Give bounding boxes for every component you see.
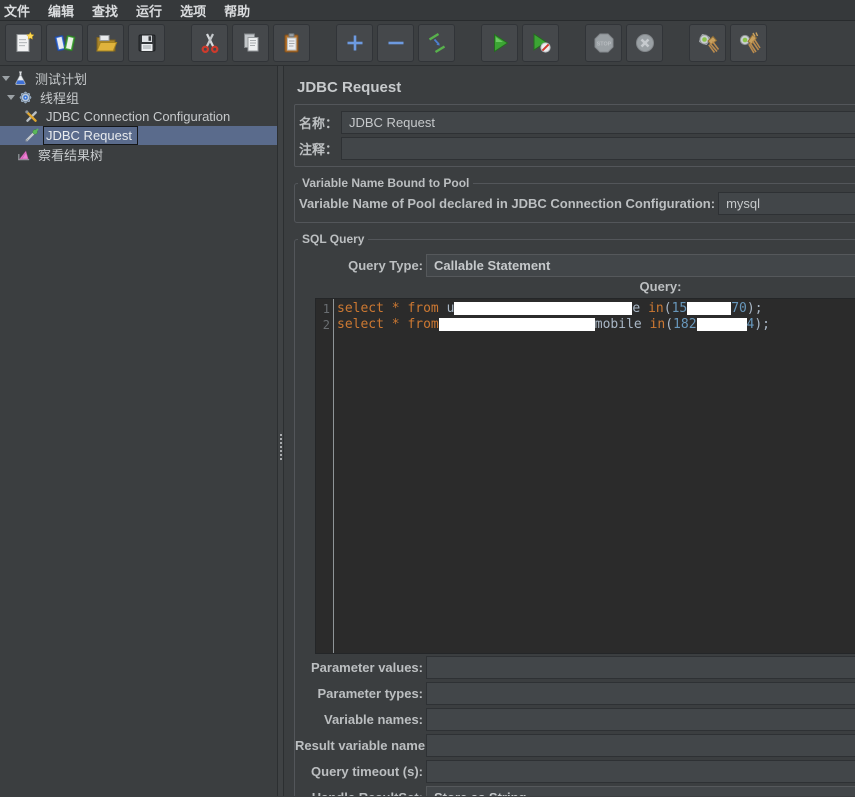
jdbc-request-panel: JDBC Request 名称： JDBC Request 注释： Variab… (284, 66, 855, 796)
templates-button[interactable] (46, 24, 83, 62)
start-button[interactable] (481, 24, 518, 62)
start-no-pauses-button[interactable] (522, 24, 559, 62)
cut-button[interactable] (191, 24, 228, 62)
tree-item-thread-group[interactable]: 线程组 (0, 88, 277, 107)
test-plan-tree: 测试计划 线程组 JDBC Connection Configuration J… (0, 66, 277, 796)
thread-group-gear-icon (19, 91, 32, 104)
menu-search[interactable]: 查找 (83, 1, 127, 20)
sql-editor[interactable]: 12 select * from ue in(15 70); select * fr… (315, 298, 855, 654)
new-button[interactable] (5, 24, 42, 62)
page-title: JDBC Request (297, 79, 402, 96)
sql-editor-code[interactable]: select * from ue in(15 70); select * from m… (334, 299, 855, 653)
splitter[interactable] (277, 66, 284, 796)
tree-item-jdbc-connection-configuration[interactable]: JDBC Connection Configuration (0, 107, 277, 126)
open-button[interactable] (87, 24, 124, 62)
query-timeout-input[interactable] (426, 759, 855, 783)
open-folder-icon (95, 35, 117, 52)
plus-icon (347, 35, 362, 51)
menu-file[interactable]: 文件 (0, 1, 39, 20)
templates-books-icon (54, 35, 75, 52)
parameter-values-input[interactable] (426, 655, 855, 679)
chevron-down-icon[interactable] (2, 76, 10, 81)
tools-icon (25, 110, 37, 122)
query-label: Query: (639, 279, 682, 294)
cut-scissors-icon (201, 33, 218, 53)
variable-names-input[interactable] (426, 707, 855, 731)
tree-item-label[interactable]: 察看结果树 (36, 144, 108, 165)
query-type-dropdown[interactable]: Callable Statement (426, 253, 855, 277)
tree-item-jdbc-request[interactable]: JDBC Request (0, 126, 277, 145)
sql-editor-gutter: 12 (322, 302, 330, 332)
pool-variable-input[interactable]: mysql (718, 192, 855, 215)
clear-all-broom-icon (739, 32, 761, 54)
name-comments-group: 名称： JDBC Request 注释： (294, 104, 855, 167)
tree-item-label[interactable]: JDBC Connection Configuration (44, 108, 235, 125)
name-label: 名称： (299, 115, 339, 131)
paste-clipboard-icon (284, 33, 298, 53)
save-floppy-icon (138, 34, 155, 52)
pool-group: Variable Name Bound to Pool Variable Nam… (294, 176, 855, 223)
toggle-button[interactable] (418, 24, 455, 62)
parameter-types-input[interactable] (426, 681, 855, 705)
result-variable-name-input[interactable] (426, 733, 855, 757)
clear-all-button[interactable] (730, 24, 767, 62)
parameter-types-label: Parameter types: (317, 685, 424, 701)
copy-button[interactable] (232, 24, 269, 62)
sql-query-group: SQL Query Query Type: Callable Statement… (294, 232, 855, 796)
handle-resultset-label: Handle ResultSet: (295, 790, 423, 797)
start-play-icon (493, 33, 508, 53)
svg-text:STOP: STOP (596, 41, 611, 47)
variable-names-label: Variable names: (324, 711, 423, 727)
minus-icon (388, 41, 403, 45)
tree-item-label[interactable]: JDBC Request (43, 126, 138, 145)
query-type-label: Query Type: (348, 257, 423, 273)
stop-octagon-icon: STOP (594, 33, 613, 53)
clear-button[interactable] (689, 24, 726, 62)
new-file-icon (16, 31, 34, 52)
menu-bar: 文件 编辑 查找 运行 选项 帮助 (0, 0, 855, 21)
copy-pages-icon (243, 33, 258, 52)
tree-item-label[interactable]: 线程组 (38, 87, 84, 108)
remove-button[interactable] (377, 24, 414, 62)
start-no-pauses-icon (533, 33, 551, 53)
shutdown-button[interactable] (626, 24, 663, 62)
tree-item-view-results-tree[interactable]: 察看结果树 (0, 145, 277, 164)
menu-edit[interactable]: 编辑 (39, 1, 83, 20)
toggle-pencils-icon (428, 32, 445, 54)
tree-item-label[interactable]: 测试计划 (33, 68, 92, 89)
comments-input[interactable] (341, 136, 855, 160)
jmeter-window: 文件 编辑 查找 运行 选项 帮助 STOP 测试计划 线程组 JDBC Con… (0, 0, 855, 797)
test-plan-flask-icon (15, 71, 26, 85)
menu-help[interactable]: 帮助 (215, 1, 259, 20)
tree-item-test-plan[interactable]: 测试计划 (0, 69, 277, 88)
clear-broom-icon (698, 34, 719, 53)
query-timeout-label: Query timeout (s): (311, 763, 423, 779)
handle-resultset-dropdown[interactable]: Store as String (426, 785, 855, 796)
shutdown-x-icon (635, 34, 654, 52)
name-input[interactable]: JDBC Request (341, 110, 855, 134)
save-button[interactable] (128, 24, 165, 62)
result-variable-name-label: Result variable name: (295, 737, 430, 753)
pool-variable-label: Variable Name of Pool declared in JDBC C… (299, 196, 716, 211)
menu-run[interactable]: 运行 (127, 1, 171, 20)
results-tree-icon (18, 150, 30, 161)
chevron-down-icon[interactable] (7, 95, 15, 100)
stop-button[interactable]: STOP (585, 24, 622, 62)
splitter-grip-icon[interactable] (279, 433, 283, 461)
toolbar: STOP (0, 21, 855, 66)
comments-label: 注释： (299, 141, 339, 157)
paste-button[interactable] (273, 24, 310, 62)
dropper-icon (25, 128, 39, 142)
add-button[interactable] (336, 24, 373, 62)
menu-options[interactable]: 选项 (171, 1, 215, 20)
sql-query-group-title: SQL Query (302, 232, 365, 246)
pool-group-title: Variable Name Bound to Pool (302, 176, 470, 190)
parameter-values-label: Parameter values: (310, 659, 423, 675)
